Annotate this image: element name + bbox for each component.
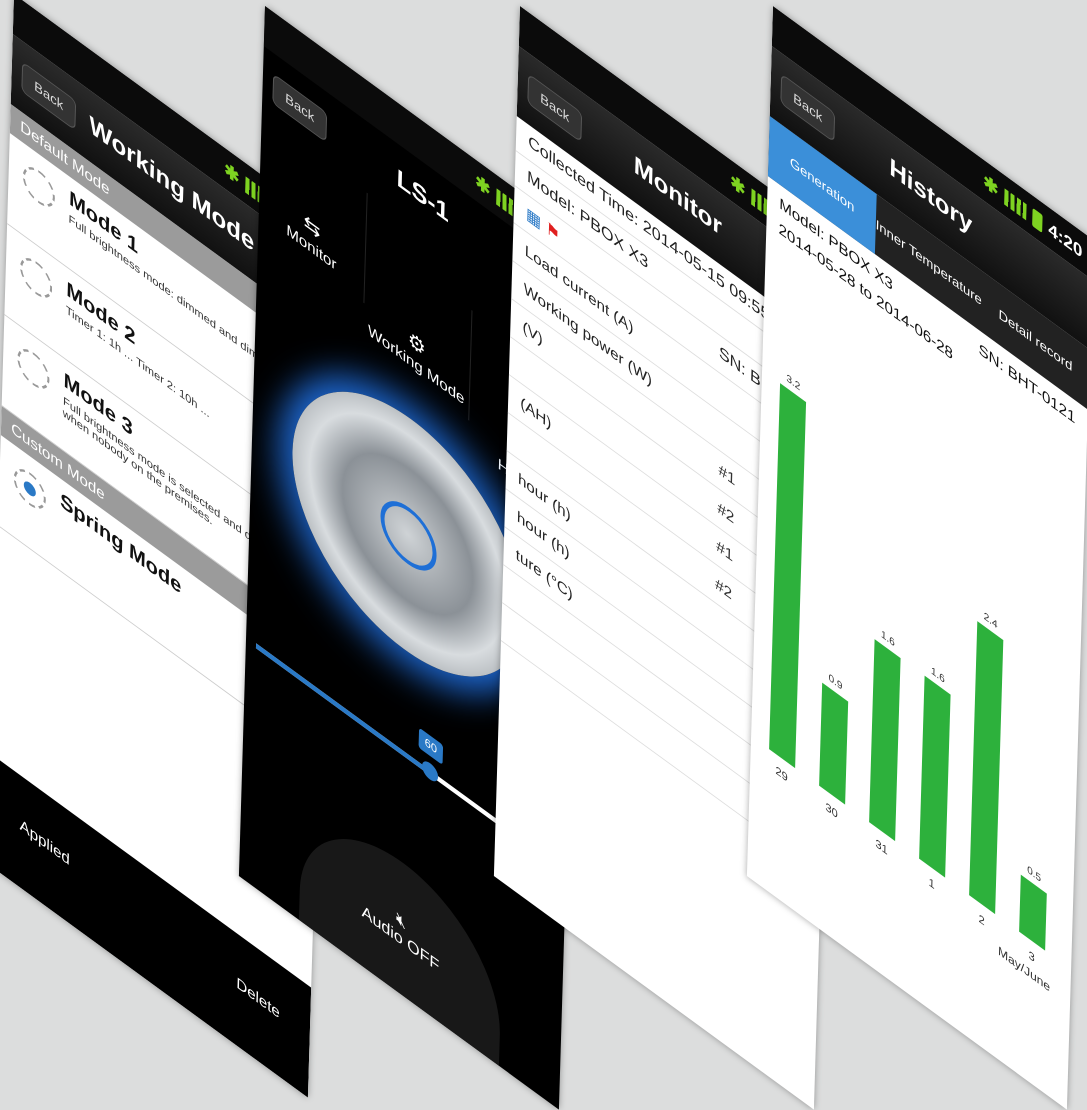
- radio-icon[interactable]: [19, 250, 53, 306]
- radio-icon[interactable]: [16, 341, 50, 397]
- bluetooth-icon: ✱: [729, 169, 746, 201]
- slider-fill: [255, 643, 431, 776]
- signal-icon: [1004, 187, 1027, 220]
- bar: [769, 383, 807, 769]
- nav-working-mode[interactable]: ⚙ Working Mode: [363, 233, 473, 421]
- bluetooth-icon: ✱: [474, 169, 491, 201]
- bluetooth-icon: ✱: [223, 157, 240, 189]
- audio-toggle[interactable]: 🔇︎ Audio OFF: [298, 789, 503, 1066]
- delete-button[interactable]: Delete: [236, 974, 280, 1023]
- battery-icon: [1032, 207, 1043, 233]
- power-icon[interactable]: [379, 487, 438, 585]
- radio-icon[interactable]: [22, 159, 56, 215]
- bar: [919, 675, 951, 878]
- slider-thumb[interactable]: [421, 757, 439, 786]
- slider-value: 60: [418, 727, 444, 766]
- bar: [969, 620, 1004, 915]
- applied-button[interactable]: Applied: [19, 816, 70, 870]
- bar: [819, 682, 849, 805]
- bar: [869, 639, 901, 842]
- speaker-mute-icon: 🔇︎: [395, 909, 407, 934]
- bluetooth-icon: ✱: [982, 169, 999, 201]
- monitor-icon: ⇆: [303, 210, 321, 245]
- generation-chart: May/June 3.2 29 0.9 30 1.6 31 1.6 1 2.4 2 0.5 3: [750, 296, 1084, 1010]
- radio-selected-icon[interactable]: [13, 461, 47, 517]
